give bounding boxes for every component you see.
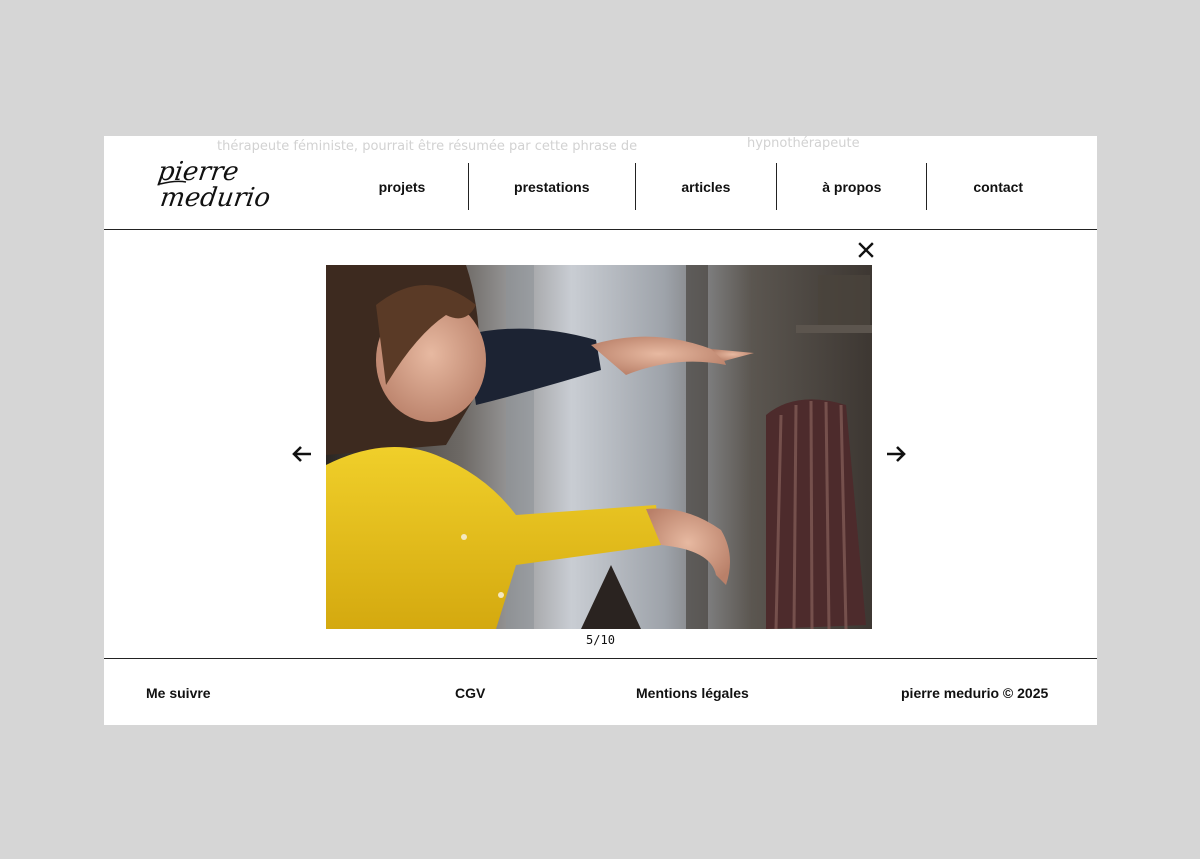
slide-counter: 5/10 [586,633,615,647]
site-window: thérapeute féministe, pourrait être résu… [104,136,1097,725]
nav-contact[interactable]: contact [926,163,1069,210]
logo[interactable]: pierre medurio [156,158,316,214]
nav-a-propos[interactable]: à propos [776,163,926,210]
footer-legal-link[interactable]: Mentions légales [636,685,749,701]
site-header: pierre medurio projets prestations artic… [104,136,1097,230]
lightbox-photo [326,265,872,629]
nav-projets[interactable]: projets [336,163,468,210]
arrow-right-icon[interactable] [884,444,908,464]
footer-follow-link[interactable]: Me suivre [146,685,211,701]
logo-line-2: medurio [158,183,272,213]
footer-copyright: pierre medurio © 2025 [901,685,1049,701]
site-footer: Me suivre CGV Mentions légales pierre me… [104,658,1097,725]
close-icon[interactable] [856,240,876,260]
nav-prestations[interactable]: prestations [467,163,635,210]
main-nav: projets prestations articles à propos co… [336,163,1069,210]
nav-articles[interactable]: articles [634,163,777,210]
arrow-left-icon[interactable] [290,444,314,464]
footer-cgv-link[interactable]: CGV [455,685,485,701]
